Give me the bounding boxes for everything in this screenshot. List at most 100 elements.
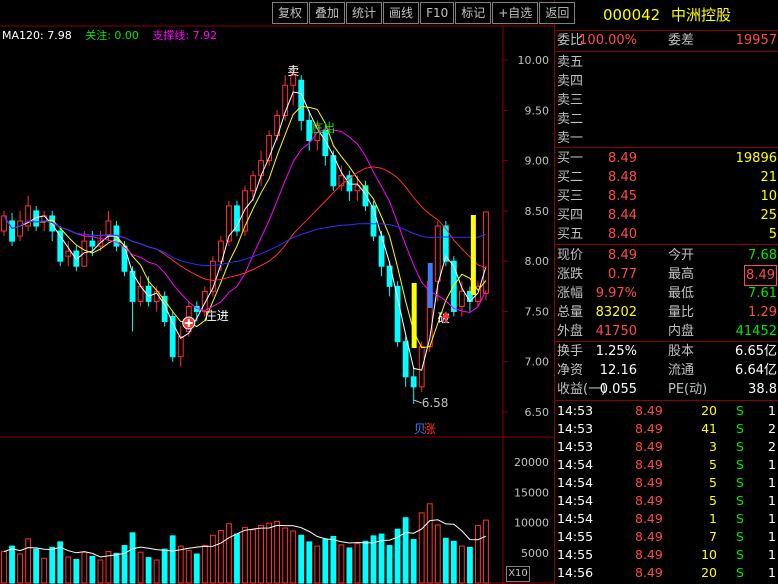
quote-row: 总量 83202 量比 1.29 — [555, 303, 778, 322]
buy-level-row: 买二 8.48 21 — [555, 168, 778, 187]
buy-level-volume: 5 — [768, 227, 777, 242]
buy-level-label: 买一 — [557, 151, 584, 166]
tick-count: 1 — [768, 565, 776, 580]
sell-level-row: 卖四 — [555, 72, 778, 91]
weibi-value: 100.00% — [579, 33, 637, 48]
volume-scale-button[interactable]: X10 — [506, 566, 530, 582]
toolbar-button-1[interactable]: 叠加 — [309, 2, 346, 24]
buy-level-label: 买四 — [557, 208, 584, 223]
volume-bar — [290, 530, 297, 584]
price-axis-label: 8.00 — [525, 255, 550, 268]
tick-count: 1 — [768, 457, 776, 472]
toolbar-button-5[interactable]: 标记 — [455, 2, 492, 24]
indicator-legend: MA120: 7.98 关注: 0.00 支撑线: 7.92 — [2, 27, 227, 43]
fundamental-value: 0.055 — [599, 382, 637, 397]
volume-bar — [17, 553, 23, 584]
tick-row: 14:54 8.49 5 S 1 — [555, 474, 778, 492]
tick-price: 8.49 — [635, 565, 663, 580]
tick-volume: 7 — [709, 529, 717, 544]
tick-volume: 20 — [701, 403, 717, 418]
tick-volume: 3 — [709, 439, 717, 454]
tick-volume: 5 — [709, 493, 717, 508]
quote-value: 7.61 — [748, 286, 777, 301]
volume-bar — [33, 548, 40, 584]
quote-label: 现价 — [557, 248, 584, 263]
candle-body — [258, 160, 264, 177]
quote-value: 9.97% — [595, 286, 637, 301]
volume-axis-label: 10000 — [514, 517, 549, 530]
tick-price: 8.49 — [635, 403, 663, 418]
volume-bar — [193, 553, 200, 584]
tick-volume: 20 — [701, 565, 717, 580]
toolbar-button-3[interactable]: 画线 — [383, 2, 420, 24]
tick-row: 14:55 8.49 10 S 1 — [555, 546, 778, 564]
volume-bar — [9, 545, 15, 584]
toolbar-button-4[interactable]: F10 — [420, 2, 455, 24]
volume-bar — [161, 548, 168, 584]
sell-level-label: 卖二 — [557, 112, 584, 127]
volume-bar — [362, 540, 369, 584]
volume-bar — [282, 527, 289, 584]
fundamental-value: 6.64亿 — [735, 363, 777, 378]
buy-level-volume: 19896 — [735, 151, 777, 166]
stock-name: 中洲控股 — [671, 6, 732, 24]
volume-bar — [250, 529, 256, 584]
tick-side: S — [736, 475, 744, 490]
quote-value: 1.29 — [748, 305, 777, 320]
candle-body — [434, 225, 441, 282]
fundamental-row: 净资 12.16 流通 6.64亿 — [555, 361, 778, 380]
tick-count: 1 — [768, 547, 776, 562]
volume-bar — [475, 525, 481, 584]
tick-side: S — [736, 565, 744, 580]
signal-bar — [470, 215, 476, 295]
volume-bar — [1, 551, 7, 584]
price-axis-label: 10.00 — [518, 54, 550, 67]
quote-label: 涨幅 — [557, 286, 584, 301]
fundamental-value: 38.8 — [748, 382, 777, 397]
quote-value: 7.68 — [748, 248, 777, 263]
volume-bar — [402, 517, 409, 584]
quote-row: 外盘 41750 内盘 41452 — [555, 322, 778, 341]
kline-chart[interactable]: 10.00 9.50 9.00 8.50 8.00 7.50 7.00 6.50 20000 15… — [0, 0, 554, 584]
tick-row: 14:56 8.49 20 S 1 — [555, 564, 778, 582]
volume-bar — [177, 545, 184, 584]
tick-row: 14:54 8.49 5 S 1 — [555, 456, 778, 474]
fundamental-label: 收益(一) — [557, 382, 607, 397]
tick-time: 14:53 — [557, 421, 594, 436]
buy-level-price: 8.48 — [608, 170, 637, 185]
volume-bar — [89, 555, 96, 584]
volume-bar — [314, 545, 321, 584]
fundamental-label: 流通 — [668, 363, 695, 378]
volume-bar — [354, 543, 361, 584]
quote-label: 外盘 — [557, 324, 584, 339]
toolbar-button-6[interactable]: +自选 — [492, 2, 539, 24]
weibi-row: 委比 100.00% 委差 19957 — [555, 31, 778, 50]
tick-row: 14:54 8.49 5 S 1 — [555, 492, 778, 510]
price-axis-label: 7.00 — [525, 356, 550, 369]
volume-bar — [153, 559, 160, 584]
toolbar-button-2[interactable]: 统计 — [346, 2, 383, 24]
sell-level-label: 卖一 — [557, 131, 584, 146]
tick-volume: 5 — [709, 457, 717, 472]
tick-price: 8.49 — [635, 457, 663, 472]
quote-value: 41750 — [595, 324, 637, 339]
quote-value: 83202 — [595, 305, 637, 320]
zhuang-out-label: 庄出 — [311, 120, 335, 135]
quote-value: 0.77 — [608, 267, 637, 282]
tick-row: 14:55 8.49 7 S 1 — [555, 528, 778, 546]
price-axis-label: 9.50 — [525, 104, 550, 117]
tick-time: 14:54 — [557, 511, 594, 526]
volume-bar — [145, 557, 152, 584]
volume-bar — [97, 559, 104, 584]
toolbar-button-7[interactable]: 返回 — [539, 2, 576, 24]
tick-count: 1 — [768, 493, 776, 508]
volume-bar — [386, 545, 393, 584]
volume-bar — [81, 551, 88, 584]
tick-time: 14:54 — [557, 493, 594, 508]
volume-bar — [242, 526, 248, 584]
volume-bar — [65, 556, 72, 584]
buy-level-row: 买三 8.45 10 — [555, 187, 778, 206]
volume-bar — [209, 534, 216, 584]
quote-label: 内盘 — [668, 324, 695, 339]
toolbar-button-0[interactable]: 复权 — [272, 2, 309, 24]
